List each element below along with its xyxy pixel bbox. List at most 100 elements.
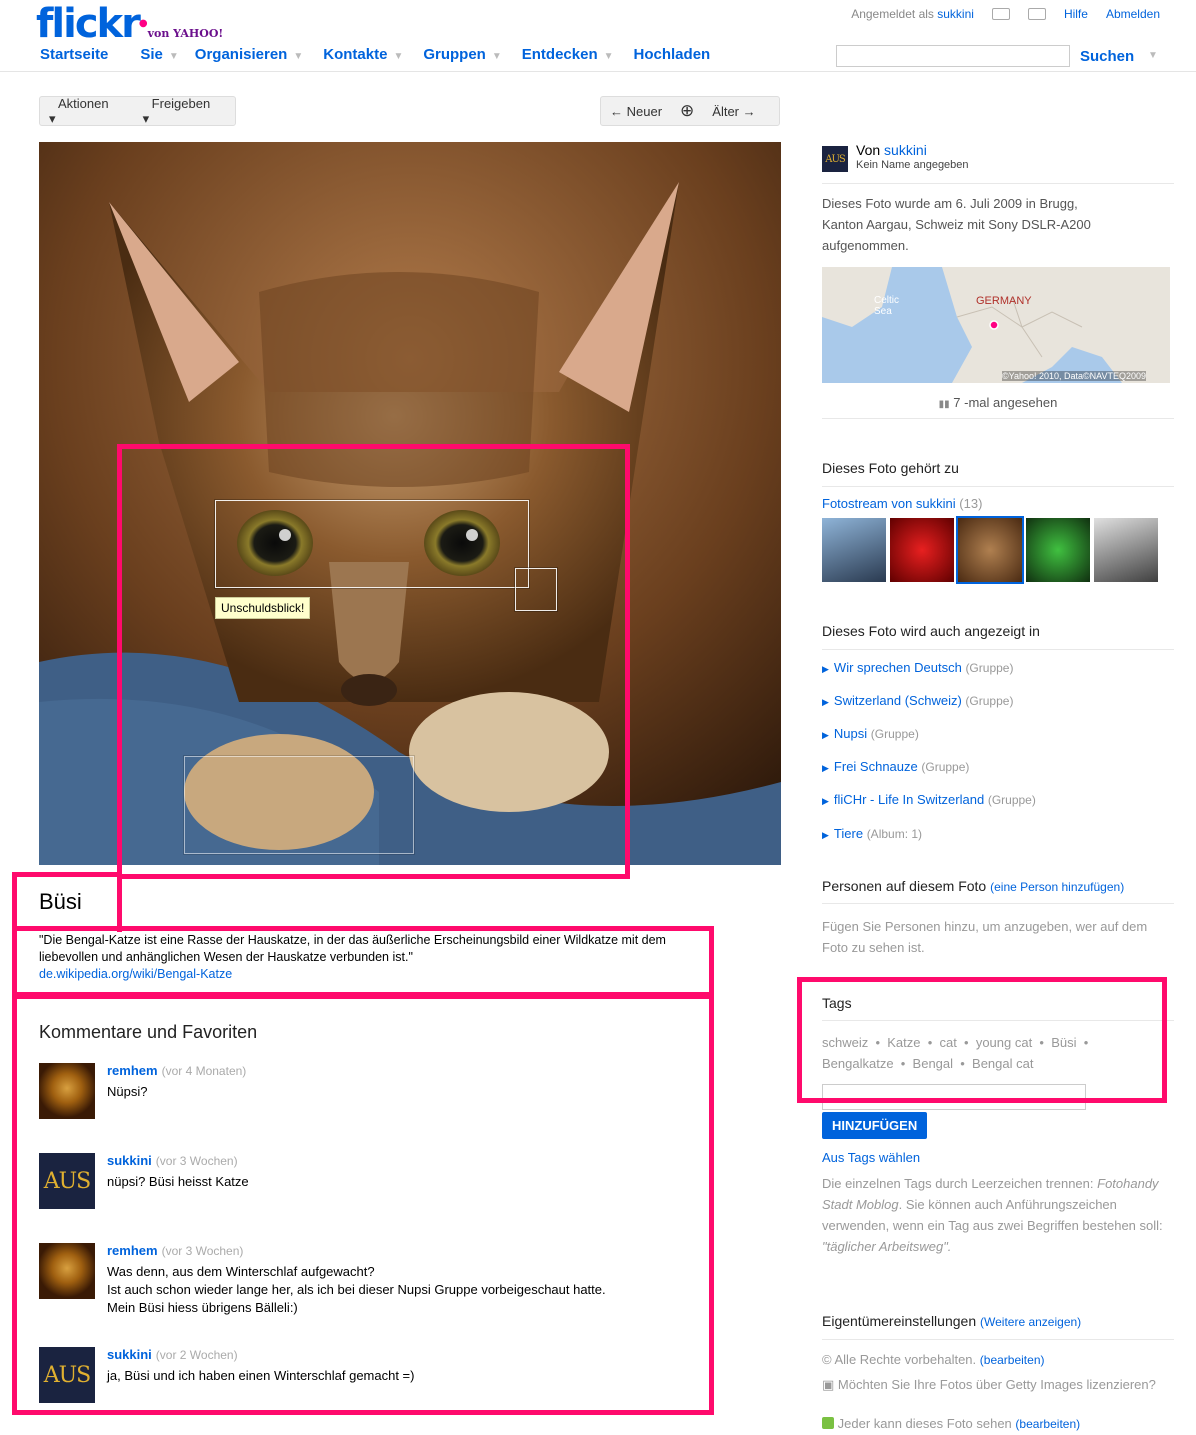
- mail-icon[interactable]: [1027, 8, 1046, 20]
- actions-menu[interactable]: Aktionen ▾: [40, 96, 134, 127]
- map-image: [822, 267, 1170, 383]
- nav-startseite[interactable]: Startseite: [40, 46, 108, 63]
- comment-line: Mein Büsi hiess übrigens Bälleli:): [107, 1300, 298, 1315]
- chevron-down-icon[interactable]: ▼: [1148, 50, 1158, 61]
- getty-line[interactable]: ▣ Möchten Sie Ihre Fotos über Getty Imag…: [822, 1374, 1174, 1395]
- copyright-icon: ©: [822, 1352, 832, 1367]
- newer-button[interactable]: ← Neuer: [601, 104, 671, 119]
- comment-item: AUS sukkini (vor 2 Wochen) ja, Büsi und i…: [39, 1347, 699, 1407]
- owner-link[interactable]: sukkini: [884, 142, 927, 158]
- comment-author[interactable]: remhem (vor 4 Monaten): [107, 1063, 246, 1078]
- group-item[interactable]: ▶ Wir sprechen Deutsch (Gruppe): [822, 660, 1174, 675]
- thumb-cat-current[interactable]: [956, 516, 1024, 584]
- nav-sie[interactable]: Sie ▼: [140, 46, 178, 63]
- note-tooltip: Unschuldsblick!: [215, 597, 311, 619]
- comment-author[interactable]: sukkini (vor 2 Wochen): [107, 1347, 238, 1362]
- bullet-triangle-icon: ▶: [822, 830, 829, 840]
- add-tag-input[interactable]: [822, 1084, 1086, 1110]
- divider: [822, 1020, 1174, 1021]
- thumb-ferris-wheel[interactable]: [822, 518, 886, 582]
- tag-list-line-2[interactable]: Bengalkatze • Bengal • Bengal cat: [822, 1056, 1174, 1071]
- tag-list-line-1[interactable]: schweiz • Katze • cat • young cat • Büsi…: [822, 1035, 1174, 1050]
- comment-text: ja, Büsi und ich haben einen Winterschla…: [107, 1368, 415, 1383]
- aus-avatar[interactable]: AUS: [39, 1347, 95, 1403]
- visibility-icon: [822, 1417, 834, 1429]
- photostream-thumbs: [822, 516, 1174, 584]
- photo-info: Dieses Foto wurde am 6. Juli 2009 in Bru…: [822, 196, 1091, 253]
- main-photo[interactable]: [39, 142, 781, 865]
- nav-hochladen[interactable]: Hochladen: [634, 46, 711, 63]
- nav-organisieren[interactable]: Organisieren ▼: [195, 46, 303, 63]
- nav-gruppen[interactable]: Gruppen ▼: [423, 46, 501, 63]
- comment-author[interactable]: sukkini (vor 3 Wochen): [107, 1153, 238, 1168]
- search-button[interactable]: Suchen: [1080, 48, 1134, 65]
- share-menu[interactable]: Freigeben ▾: [134, 96, 235, 127]
- thumb-rose[interactable]: [890, 518, 954, 582]
- group-item[interactable]: ▶ Nupsi (Gruppe): [822, 726, 1174, 741]
- divider: [822, 486, 1174, 487]
- remhem-avatar[interactable]: [39, 1243, 95, 1299]
- chart-icon: ▮▮: [938, 399, 950, 410]
- add-person-link[interactable]: (eine Person hinzufügen): [990, 880, 1124, 894]
- add-tag-button[interactable]: HINZUFÜGEN: [822, 1112, 928, 1139]
- divider: [822, 1339, 1174, 1340]
- choose-tags-link[interactable]: Aus Tags wählen: [822, 1150, 920, 1165]
- description-link[interactable]: de.wikipedia.org/wiki/Bengal-Katze: [39, 966, 699, 983]
- bullet-triangle-icon: ▶: [822, 796, 829, 806]
- search-input[interactable]: [836, 45, 1070, 67]
- group-item[interactable]: ▶ Tiere (Album: 1): [822, 826, 1174, 841]
- map-credit: ©Yahoo! 2010, Data©NAVTEQ2009: [1002, 371, 1147, 381]
- rights-line: © Alle Rechte vorbehalten. (bearbeiten): [822, 1352, 1045, 1367]
- comment-item: AUS sukkini (vor 3 Wochen) nüpsi? Büsi he…: [39, 1153, 699, 1213]
- group-item[interactable]: ▶ fliCHr - Life In Switzerland (Gruppe): [822, 792, 1174, 807]
- comment-line: Was denn, aus dem Winterschlaf aufgewach…: [107, 1264, 375, 1279]
- visibility-line: Jeder kann dieses Foto sehen (bearbeiten…: [822, 1416, 1174, 1431]
- divider: [822, 418, 1174, 419]
- people-heading: Personen auf diesem Foto (eine Person hi…: [822, 878, 1125, 894]
- remhem-avatar[interactable]: [39, 1063, 95, 1119]
- divider: [822, 903, 1174, 904]
- belongs-heading: Dieses Foto gehört zu: [822, 460, 959, 476]
- owner-avatar[interactable]: AUS: [822, 146, 848, 172]
- aus-avatar[interactable]: AUS: [39, 1153, 95, 1209]
- signed-in-text: Angemeldet als sukkini: [851, 7, 974, 21]
- owner-line: Von sukkini: [856, 142, 927, 158]
- also-in-heading: Dieses Foto wird auch angezeigt in: [822, 623, 1040, 639]
- photo-nav-bar: ← Neuer ⊕ Älter →: [600, 96, 780, 126]
- more-settings-link[interactable]: (Weitere anzeigen): [980, 1315, 1081, 1329]
- account-bar: Angemeldet als sukkini Hilfe Abmelden: [851, 7, 1160, 21]
- photostream-link[interactable]: Fotostream von sukkini: [822, 496, 956, 511]
- bullet-triangle-icon: ▶: [822, 664, 829, 674]
- photo-description: "Die Bengal-Katze ist eine Rasse der Hau…: [39, 932, 699, 983]
- views-count: ▮▮ 7 -mal angesehen: [938, 395, 1058, 410]
- nav-entdecken[interactable]: Entdecken ▼: [522, 46, 614, 63]
- edit-visibility-link[interactable]: (bearbeiten): [1015, 1417, 1080, 1431]
- zoom-icon[interactable]: ⊕: [671, 101, 703, 121]
- edit-rights-link[interactable]: (bearbeiten): [980, 1353, 1045, 1367]
- comment-author[interactable]: remhem (vor 3 Wochen): [107, 1243, 243, 1258]
- cart-icon[interactable]: [991, 8, 1010, 20]
- owner-subtitle: Kein Name angegeben: [856, 159, 969, 171]
- thumb-bottles[interactable]: [1094, 518, 1158, 582]
- older-button[interactable]: Älter →: [703, 104, 764, 119]
- tags-heading: Tags: [822, 995, 852, 1011]
- nav-kontakte[interactable]: Kontakte ▼: [323, 46, 403, 63]
- comments-heading: Kommentare und Favoriten: [39, 1022, 258, 1042]
- group-item[interactable]: ▶ Switzerland (Schweiz) (Gruppe): [822, 693, 1174, 708]
- owner-settings-heading: Eigentümereinstellungen (Weitere anzeige…: [822, 1313, 1082, 1329]
- thumb-butterfly[interactable]: [1026, 518, 1090, 582]
- help-link[interactable]: Hilfe: [1064, 7, 1088, 21]
- note-box-paw[interactable]: [184, 756, 414, 854]
- group-item[interactable]: ▶ Frei Schnauze (Gruppe): [822, 759, 1174, 774]
- bullet-triangle-icon: ▶: [822, 730, 829, 740]
- comment-item: remhem (vor 3 Wochen) Was denn, aus dem W…: [39, 1243, 699, 1323]
- signed-in-user-link[interactable]: sukkini: [937, 7, 974, 21]
- location-map[interactable]: Celtic Sea GERMANY ©Yahoo! 2010, Data©NA…: [822, 267, 1170, 383]
- photostream-line: Fotostream von sukkini (13): [822, 496, 983, 511]
- bullet-triangle-icon: ▶: [822, 763, 829, 773]
- logout-link[interactable]: Abmelden: [1106, 7, 1160, 21]
- photo-title: Büsi: [39, 889, 82, 914]
- note-box-small[interactable]: [515, 568, 557, 611]
- tag-help: Die einzelnen Tags durch Leerzeichen tre…: [822, 1176, 1163, 1254]
- note-box-eyes[interactable]: [215, 500, 529, 588]
